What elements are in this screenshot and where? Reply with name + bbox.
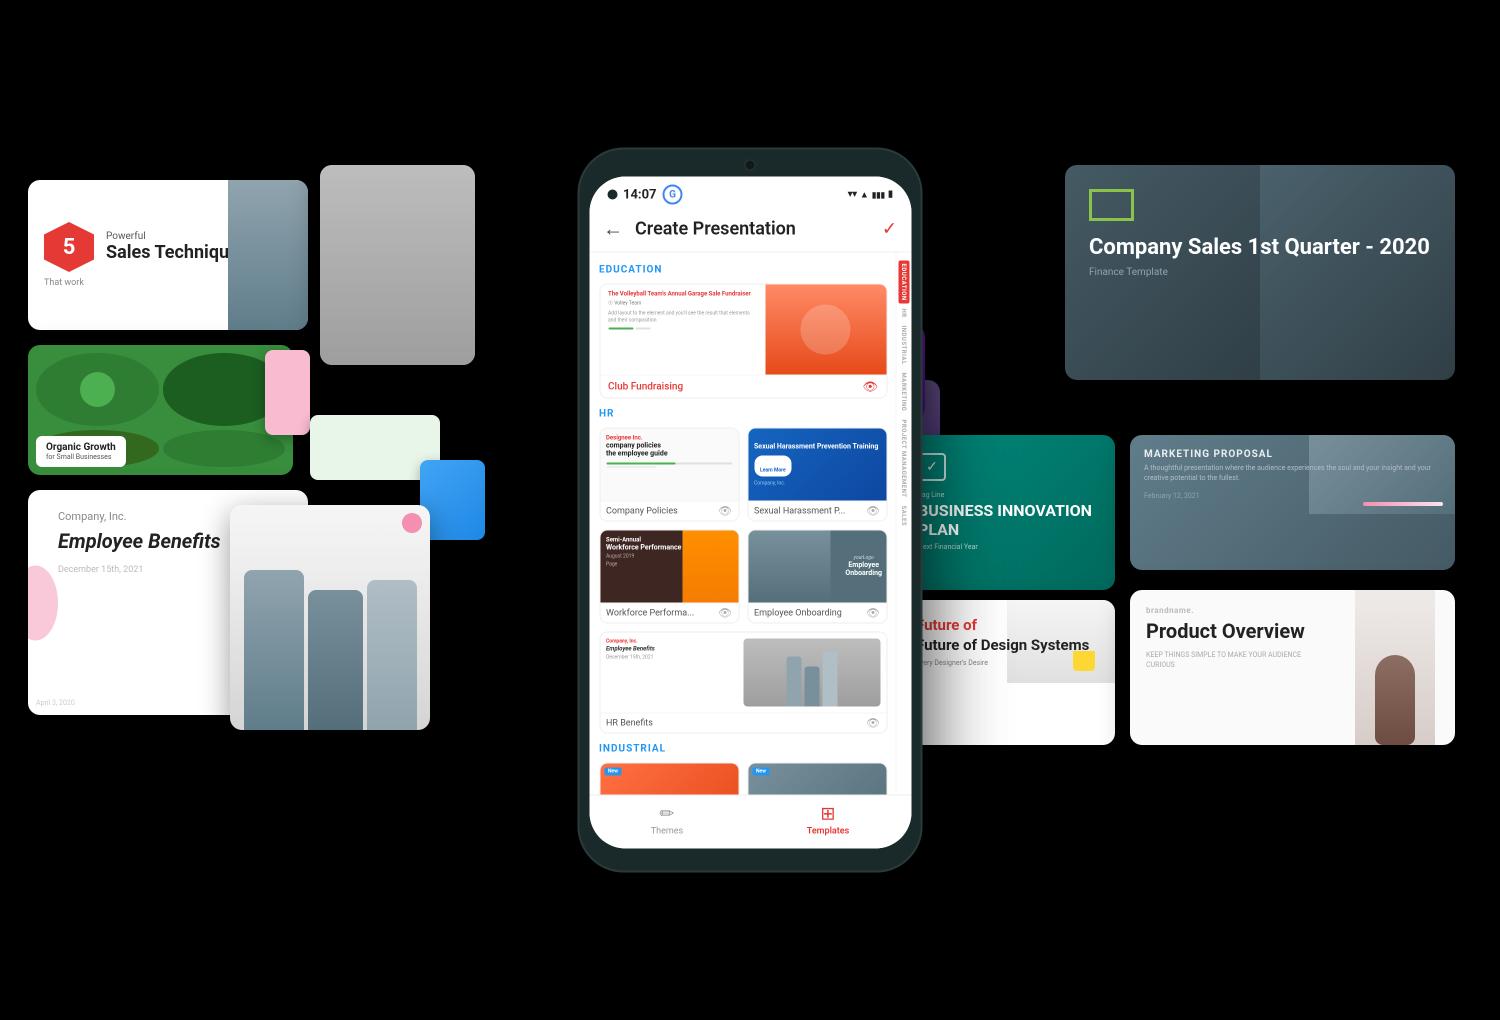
eye-icon-hb[interactable]: 👁 [866, 717, 880, 730]
biz-innovation-title: BUSINESS INNOVATION PLAN [918, 501, 1097, 539]
sales-subtitle: Powerful [106, 231, 248, 242]
check-button[interactable]: ✓ [882, 219, 897, 240]
template-company-policies[interactable]: Designee Inc. company policiesthe employ… [599, 428, 739, 522]
section-hr: HR [599, 409, 887, 420]
index-hr[interactable]: HR [898, 306, 909, 321]
nav-themes[interactable]: ✏ Themes [651, 804, 683, 837]
template-name-hb: HR Benefits [606, 718, 653, 728]
sales-title: Sales Techniques [106, 242, 248, 263]
template-harassment[interactable]: Sexual Harassment Prevention Training Le… [747, 428, 887, 522]
nav-templates[interactable]: ⊞ Templates [807, 804, 850, 837]
index-industrial[interactable]: INDUSTRIAL [898, 323, 909, 368]
design-systems-subtitle: Every Designer's Desire [916, 659, 1099, 667]
phone-content-area[interactable]: EDUCATION The Volleyball Team's Annual G… [589, 253, 911, 795]
company-sales-subtitle: Finance Template [1089, 267, 1431, 278]
template-industrial-2[interactable]: New Industrial Template [747, 763, 887, 795]
index-marketing[interactable]: MARKETING [898, 370, 909, 415]
bg-card-biz-innovation: ✓ Tag Line BUSINESS INNOVATION PLAN Next… [900, 435, 1115, 590]
bg-card-people-photo [230, 505, 430, 730]
template-onboarding[interactable]: yourLogo EmployeeOnboarding Employee Onb… [747, 530, 887, 624]
biz-innovation-subtitle: Next Financial Year [918, 543, 1097, 551]
template-name-ob: Employee Onboarding [754, 608, 842, 618]
template-club-fundraising[interactable]: The Volleyball Team's Annual Garage Sale… [599, 284, 887, 399]
template-name-sh: Sexual Harassment P... [754, 506, 845, 516]
bg-pink-rect [265, 350, 310, 435]
index-project[interactable]: PROJECT MANAGEMENT [898, 417, 909, 501]
camera-dot [745, 160, 756, 171]
template-name-club: Club Fundraising [608, 381, 683, 392]
hex-number: 5 [44, 222, 94, 272]
index-education[interactable]: EDUCATION [898, 261, 909, 304]
eye-icon-cp[interactable]: 👁 [718, 505, 732, 518]
bg-card-product-overview: brandname. Product Overview KEEP THINGS … [1130, 590, 1455, 745]
marketing-proposal-title: MARKETING PROPOSAL [1144, 449, 1441, 460]
bg-card-sales-techniques: 5 Powerful Sales Techniques That work [28, 180, 308, 330]
status-icons: ▾▾ ▲ ▮▮▮ ▮ [848, 189, 893, 200]
section-index-bar: EDUCATION HR INDUSTRIAL MARKETING PROJEC… [895, 253, 911, 795]
eye-icon-sh[interactable]: 👁 [866, 505, 880, 518]
bg-card-team-photo [320, 165, 475, 365]
themes-label: Themes [651, 827, 683, 837]
camera-punch [607, 190, 617, 200]
template-hr-benefits[interactable]: Company, Inc. Employee Benefits December… [599, 632, 887, 734]
bg-card-organic: Organic Growth for Small Businesses [28, 345, 293, 475]
status-time: 14:07 [623, 187, 657, 202]
design-systems-title-black: Future of Design Systems [916, 636, 1089, 654]
template-list[interactable]: EDUCATION The Volleyball Team's Annual G… [589, 253, 895, 795]
phone-screen: 14:07 G ▾▾ ▲ ▮▮▮ ▮ ← Create Presentation… [589, 177, 911, 849]
themes-icon[interactable]: ✏ [659, 804, 674, 825]
product-overview-subtitle: KEEP THINGS SIMPLE TO MAKE YOUR AUDIENCE… [1146, 651, 1306, 671]
status-bar: 14:07 G ▾▾ ▲ ▮▮▮ ▮ [589, 177, 911, 209]
template-workforce[interactable]: Semi-Annual Workforce Performance Report… [599, 530, 739, 624]
design-systems-title-red: Future of [916, 616, 977, 634]
company-sales-title: Company Sales 1st Quarter - 2020 [1089, 235, 1431, 261]
organic-subtitle: for Small Businesses [46, 453, 116, 461]
google-icon: G [663, 185, 683, 205]
bg-card-marketing-proposal: MARKETING PROPOSAL A thoughtful presenta… [1130, 435, 1455, 570]
template-industrial-1[interactable]: New Industrial Template [599, 763, 739, 795]
templates-icon[interactable]: ⊞ [820, 804, 835, 825]
templates-label: Templates [807, 827, 850, 837]
eye-icon-ob[interactable]: 👁 [866, 607, 880, 620]
organic-title: Organic Growth [46, 442, 116, 453]
bottom-nav: ✏ Themes ⊞ Templates [589, 795, 911, 849]
template-name-wf: Workforce Performa... [606, 608, 694, 618]
app-bar: ← Create Presentation ✓ [589, 209, 911, 253]
app-title: Create Presentation [635, 219, 882, 240]
section-education: EDUCATION [599, 265, 887, 276]
bg-card-company-sales: Company Sales 1st Quarter - 2020 Finance… [1065, 165, 1455, 380]
template-name-cp: Company Policies [606, 506, 678, 516]
index-sales[interactable]: SALES [898, 503, 909, 530]
section-industrial: INDUSTRIAL [599, 744, 887, 755]
bg-card-design-systems: Future of Future of Design Systems Every … [900, 600, 1115, 745]
eye-icon-club[interactable]: 👁 [863, 380, 878, 394]
eye-icon-wf[interactable]: 👁 [718, 607, 732, 620]
back-button[interactable]: ← [603, 217, 623, 242]
phone-container: 14:07 G ▾▾ ▲ ▮▮▮ ▮ ← Create Presentation… [578, 148, 923, 873]
